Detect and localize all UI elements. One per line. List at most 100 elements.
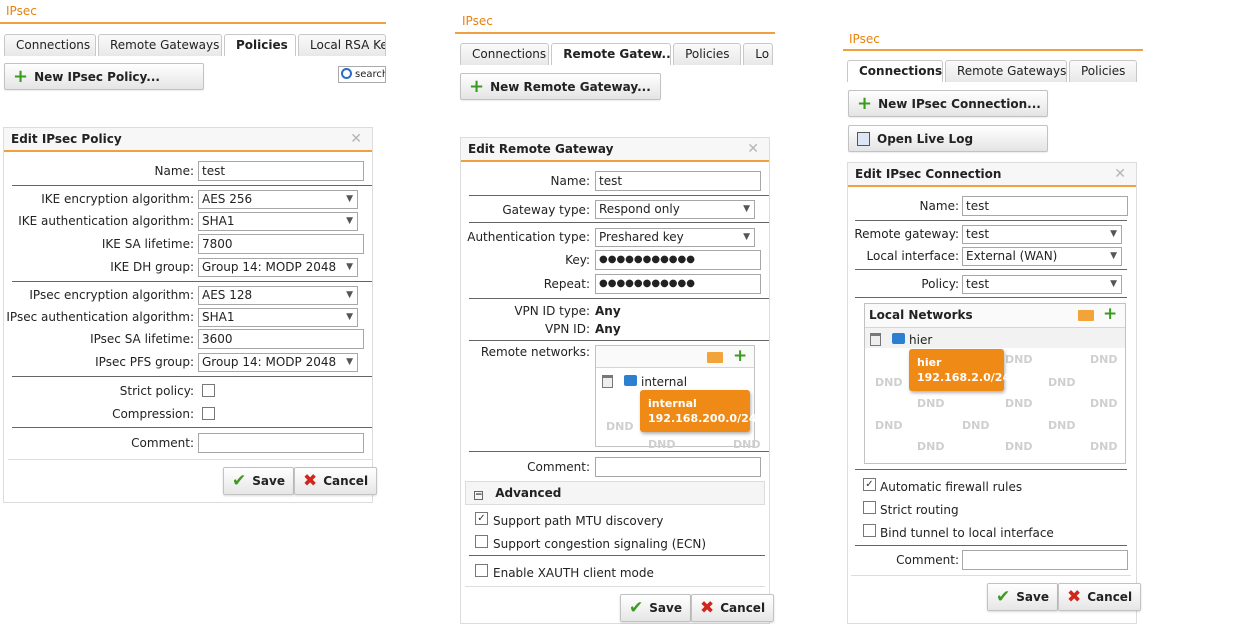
ecn-label: Support congestion signaling (ECN) bbox=[493, 537, 707, 551]
new-ipsec-connection-button[interactable]: + New IPsec Connection... bbox=[848, 90, 1048, 117]
title-underline bbox=[455, 32, 775, 34]
tooltip-name: hier bbox=[917, 356, 942, 369]
tab-connections[interactable]: Connections bbox=[460, 43, 550, 65]
ipsec-enc-select[interactable]: AES 128 ▼ bbox=[198, 286, 358, 305]
comment-label: Comment: bbox=[896, 553, 959, 567]
auto-firewall-label: Automatic firewall rules bbox=[880, 480, 1023, 494]
save-button[interactable]: ✔ Save bbox=[223, 467, 294, 495]
comment-label: Comment: bbox=[131, 436, 194, 450]
new-ipsec-policy-button[interactable]: + New IPsec Policy... bbox=[4, 63, 204, 90]
search-input[interactable]: search bbox=[338, 66, 386, 83]
folder-icon[interactable] bbox=[707, 352, 723, 363]
key-input[interactable]: ●●●●●●●●●●● bbox=[595, 250, 761, 270]
tab-policies[interactable]: Policies bbox=[673, 43, 742, 65]
cancel-x-icon: ✖ bbox=[700, 598, 715, 618]
network-item-internal[interactable]: internal bbox=[641, 375, 687, 389]
new-remote-gateway-button[interactable]: + New Remote Gateway... bbox=[460, 73, 661, 100]
remote-gateway-select[interactable]: test ▼ bbox=[962, 225, 1122, 244]
chevron-down-icon: ▼ bbox=[346, 312, 353, 322]
tab-remote-gateways[interactable]: Remote Gateways bbox=[98, 34, 222, 56]
auto-firewall-checkbox[interactable]: ✓ bbox=[863, 478, 876, 491]
folder-icon[interactable] bbox=[1078, 310, 1094, 321]
tab-connections[interactable]: Connections bbox=[4, 34, 96, 56]
xauth-checkbox[interactable] bbox=[475, 564, 488, 577]
add-icon[interactable]: + bbox=[1103, 306, 1117, 323]
comment-label: Comment: bbox=[527, 460, 590, 474]
policy-label: Policy: bbox=[921, 277, 959, 291]
panel-title: IPsec bbox=[462, 14, 493, 28]
tab-policies[interactable]: Policies bbox=[1069, 60, 1137, 82]
save-button[interactable]: ✔ Save bbox=[620, 594, 691, 622]
tab-remote-gateways[interactable]: Remote Gatew... bbox=[551, 43, 672, 65]
comment-input[interactable] bbox=[595, 457, 761, 477]
advanced-section-header[interactable]: − Advanced bbox=[465, 481, 765, 505]
ipsec-pfs-label: IPsec PFS group: bbox=[95, 355, 194, 369]
dnd-placeholder: DND bbox=[733, 438, 761, 451]
tab-local-rsa-key[interactable]: Local RSA Ke bbox=[298, 34, 386, 56]
chevron-down-icon: ▼ bbox=[1110, 229, 1117, 239]
name-input[interactable]: test bbox=[198, 161, 364, 181]
key-label: Key: bbox=[565, 253, 590, 267]
strict-routing-checkbox[interactable] bbox=[863, 501, 876, 514]
cancel-button[interactable]: ✖ Cancel bbox=[1058, 583, 1142, 611]
log-icon bbox=[857, 131, 870, 146]
new-ipsec-connection-label: New IPsec Connection... bbox=[878, 96, 1041, 111]
remote-networks-toolbar: + bbox=[596, 346, 754, 368]
remote-networks-label: Remote networks: bbox=[480, 345, 590, 359]
network-item-hier[interactable]: hier bbox=[909, 333, 932, 347]
divider bbox=[855, 545, 1127, 546]
repeat-input[interactable]: ●●●●●●●●●●● bbox=[595, 274, 761, 294]
gateway-type-select[interactable]: Respond only ▼ bbox=[595, 200, 755, 219]
policy-select[interactable]: test ▼ bbox=[962, 275, 1122, 294]
ipsec-auth-select[interactable]: SHA1 ▼ bbox=[198, 308, 358, 327]
chevron-down-icon: ▼ bbox=[346, 216, 353, 226]
strict-policy-checkbox[interactable] bbox=[202, 384, 215, 397]
comment-input[interactable] bbox=[198, 433, 364, 453]
pmtu-checkbox[interactable]: ✓ bbox=[475, 512, 488, 525]
local-interface-select[interactable]: External (WAN) ▼ bbox=[962, 247, 1122, 266]
tab-remote-gateways[interactable]: Remote Gateways bbox=[945, 60, 1067, 82]
cancel-button[interactable]: ✖ Cancel bbox=[691, 594, 775, 622]
dnd-placeholder: DND bbox=[606, 420, 634, 433]
name-input[interactable]: test bbox=[595, 171, 761, 191]
network-tooltip: internal 192.168.200.0/24 bbox=[640, 390, 756, 432]
divider bbox=[469, 555, 765, 556]
save-label: Save bbox=[649, 601, 682, 615]
compression-checkbox[interactable] bbox=[202, 407, 215, 420]
cancel-label: Cancel bbox=[1087, 590, 1133, 604]
close-icon[interactable]: ✕ bbox=[747, 138, 759, 160]
divider bbox=[855, 269, 1127, 270]
chevron-down-icon: ▼ bbox=[1110, 251, 1117, 261]
name-input[interactable]: test bbox=[962, 196, 1128, 216]
tab-local-rsa-key[interactable]: Lo bbox=[743, 43, 773, 65]
ike-sa-label: IKE SA lifetime: bbox=[101, 237, 194, 251]
checkmark-icon: ✔ bbox=[232, 471, 247, 491]
chevron-down-icon: ▼ bbox=[346, 290, 353, 300]
search-icon bbox=[341, 68, 352, 79]
open-live-log-button[interactable]: Open Live Log bbox=[848, 125, 1048, 152]
remote-gateway-value: test bbox=[966, 227, 990, 241]
auth-type-select[interactable]: Preshared key ▼ bbox=[595, 228, 755, 247]
ike-dh-select[interactable]: Group 14: MODP 2048 ▼ bbox=[198, 258, 358, 277]
ipsec-sa-input[interactable]: 3600 bbox=[198, 329, 364, 349]
divider bbox=[8, 459, 372, 460]
ike-auth-select[interactable]: SHA1 ▼ bbox=[198, 212, 358, 231]
bind-tunnel-checkbox[interactable] bbox=[863, 524, 876, 537]
ike-enc-select[interactable]: AES 256 ▼ bbox=[198, 190, 358, 209]
cancel-button[interactable]: ✖ Cancel bbox=[294, 467, 378, 495]
ipsec-pfs-select[interactable]: Group 14: MODP 2048 ▼ bbox=[198, 353, 358, 372]
ike-sa-input[interactable]: 7800 bbox=[198, 234, 364, 254]
add-icon[interactable]: + bbox=[733, 348, 747, 365]
comment-input[interactable] bbox=[962, 550, 1128, 570]
save-button[interactable]: ✔ Save bbox=[987, 583, 1058, 611]
close-icon[interactable]: ✕ bbox=[1114, 163, 1126, 185]
divider bbox=[12, 376, 372, 377]
tab-policies[interactable]: Policies bbox=[224, 34, 296, 56]
ecn-checkbox[interactable] bbox=[475, 535, 488, 548]
tab-connections[interactable]: Connections bbox=[847, 60, 943, 82]
divider bbox=[12, 185, 372, 186]
close-icon[interactable]: ✕ bbox=[350, 128, 362, 150]
trash-icon[interactable] bbox=[870, 333, 881, 346]
open-live-log-label: Open Live Log bbox=[877, 131, 974, 146]
trash-icon[interactable] bbox=[602, 375, 613, 388]
